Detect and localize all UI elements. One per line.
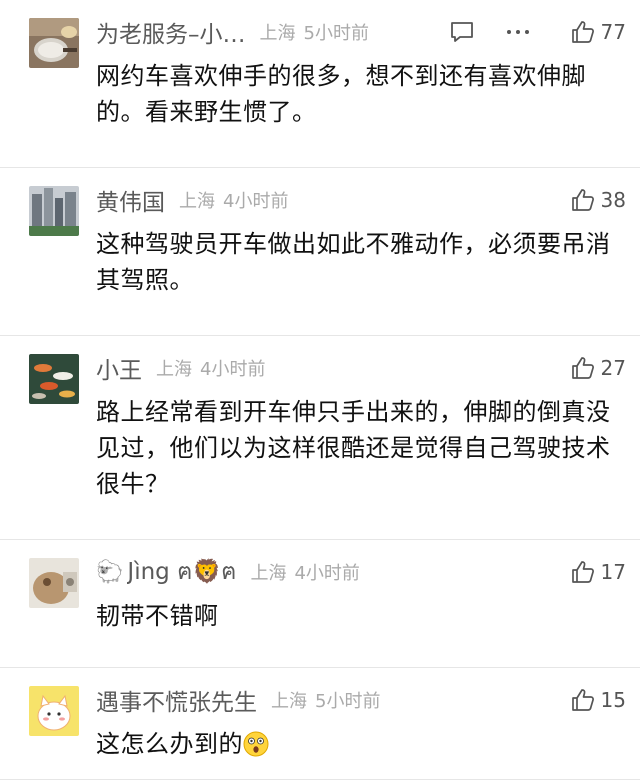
like-count: 77 [600, 20, 626, 44]
avatar[interactable] [29, 354, 79, 404]
timestamp: 4小时前 [200, 359, 266, 380]
comment-header: 遇事不慌张先生 上海 5小时前 [96, 684, 640, 716]
thumbs-up-icon[interactable] [571, 356, 595, 380]
comment-text: 这怎么办到的 [96, 730, 243, 758]
location: 上海 [179, 191, 215, 212]
sheep-icon: 🐑 [96, 559, 124, 585]
username[interactable]: 为老服务–小… [96, 15, 246, 49]
comment-header: 小王 上海 4小时前 [96, 352, 640, 384]
comment-header: 🐑 Jìng ฅ🦁ฅ 上海 4小时前 [96, 556, 640, 588]
like-count: 27 [600, 356, 626, 380]
location: 上海 [250, 563, 287, 584]
avatar[interactable] [29, 558, 79, 608]
avatar[interactable] [29, 186, 79, 236]
comment-text: 这种驾驶员开车做出如此不雅动作，必须要吊消其驾照。 [96, 230, 611, 294]
comment-item: 小王 上海 4小时前 27 路上经常看到开车伸只手出来的，伸脚的倒真没见过，他们… [0, 336, 640, 540]
thumbs-up-icon[interactable] [571, 20, 595, 44]
username[interactable]: 黄伟国 [96, 183, 165, 217]
comment-text: 路上经常看到开车伸只手出来的，伸脚的倒真没见过，他们以为这样很酷还是觉得自己驾驶… [96, 398, 611, 498]
like-count: 38 [600, 188, 626, 212]
like-count: 17 [600, 560, 626, 584]
comment-actions: 17 [571, 556, 626, 588]
avatar[interactable] [29, 686, 79, 736]
comment-actions: 15 [571, 684, 626, 716]
comment-body: 这怎么办到的 [96, 726, 616, 762]
location: 上海 [156, 359, 192, 380]
username[interactable]: 遇事不慌张先生 [96, 683, 257, 717]
timestamp: 5小时前 [315, 691, 381, 712]
comment-header: 黄伟国 上海 4小时前 [96, 184, 640, 216]
comment-item: 遇事不慌张先生 上海 5小时前 15 这怎么办到的 [0, 668, 640, 780]
timestamp: 5小时前 [303, 23, 369, 44]
comment-item: 🐑 Jìng ฅ🦁ฅ 上海 4小时前 17 韧带不错啊 [0, 540, 640, 668]
comment-text: 网约车喜欢伸手的很多，想不到还有喜欢伸脚的。看来野生惯了。 [96, 62, 586, 126]
username[interactable]: 小王 [96, 351, 142, 385]
location: 上海 [271, 691, 307, 712]
comment-actions: 38 [571, 184, 626, 216]
thumbs-up-icon[interactable] [571, 188, 595, 212]
thumbs-up-icon[interactable] [571, 688, 595, 712]
astonished-face-icon [243, 731, 269, 757]
comment-text: 韧带不错啊 [96, 602, 219, 630]
timestamp: 4小时前 [294, 563, 360, 584]
thumbs-up-icon[interactable] [571, 560, 595, 584]
more-icon[interactable] [505, 20, 531, 44]
location: 上海 [259, 23, 296, 44]
comment-item: 为老服务–小… 上海 5小时前 77 网约车喜欢伸手的很多，想不到还有喜欢伸脚的… [0, 0, 640, 168]
timestamp: 4小时前 [223, 191, 289, 212]
reply-icon[interactable] [449, 20, 475, 44]
comment-item: 黄伟国 上海 4小时前 38 这种驾驶员开车做出如此不雅动作，必须要吊消其驾照。 [0, 168, 640, 336]
like-count: 15 [600, 688, 626, 712]
comment-actions: 77 [449, 16, 626, 48]
avatar[interactable] [29, 18, 79, 68]
username[interactable]: Jìng ฅ🦁ฅ [127, 554, 236, 590]
comment-actions: 27 [571, 352, 626, 384]
